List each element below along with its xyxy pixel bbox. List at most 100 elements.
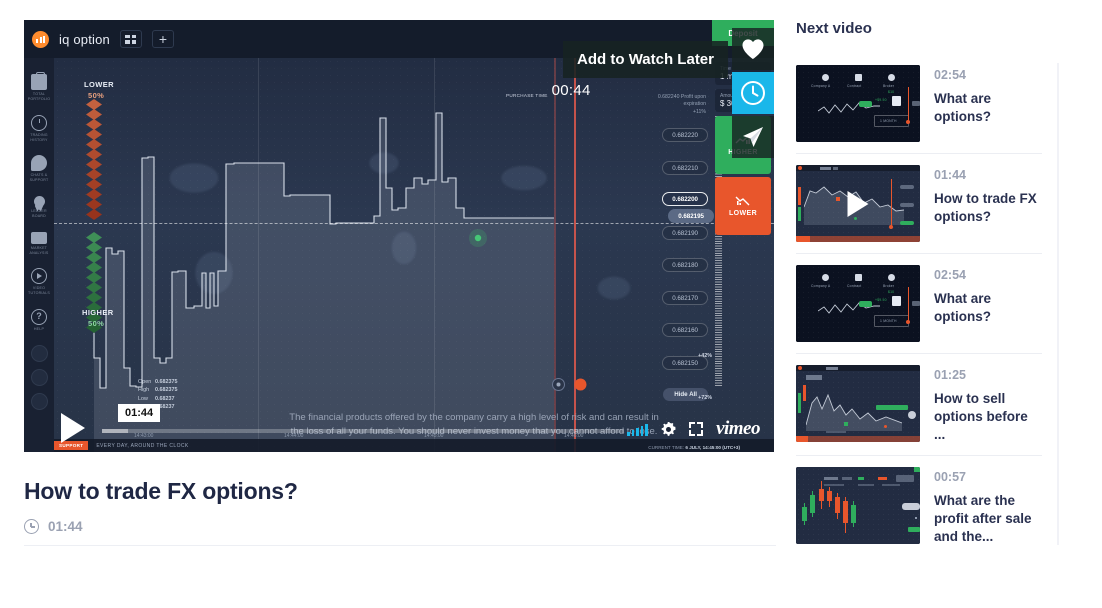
price-chart[interactable]: LOWER 50% HIGHER 50% PURCHASE TIME 00:44… — [54, 58, 774, 452]
vimeo-logo[interactable]: vimeo — [716, 418, 760, 440]
app-brand: iq option — [59, 31, 110, 47]
ohlc-key: High — [138, 387, 150, 394]
list-item[interactable]: 01:44 How to trade FX options? — [796, 154, 1042, 254]
price-label[interactable]: 0.682170 — [662, 291, 708, 305]
current-time-label: CURRENT TIME: — [648, 445, 685, 450]
share-button[interactable] — [732, 116, 774, 158]
ohlc-value: 0.682375 — [155, 387, 178, 394]
like-button[interactable] — [732, 28, 774, 70]
video-duration: 02:54 — [934, 68, 966, 82]
support-text: EVERY DAY, AROUND THE CLOCK — [96, 442, 189, 449]
video-title: How to trade FX options? — [934, 191, 1037, 224]
clock-icon — [741, 81, 765, 105]
lower-ladder-percent: 50% — [88, 91, 105, 100]
fullscreen-icon[interactable] — [689, 422, 704, 436]
list-item[interactable]: Company A Contract Broker $10 +$9.50 1 M… — [796, 254, 1042, 354]
briefcase-icon — [31, 71, 47, 90]
grid-icon — [125, 34, 137, 44]
sidebar-item-chats-support[interactable]: CHATS & SUPPORT — [24, 155, 54, 183]
list-item[interactable]: Company A Contract Broker $10 +$9.50 1 M… — [796, 54, 1042, 154]
price-label-active[interactable]: 0.682200 — [662, 192, 708, 206]
alerts-button[interactable] — [30, 392, 48, 410]
price-label[interactable]: 0.682160 — [662, 323, 708, 337]
expiry-marker-icon[interactable] — [574, 378, 587, 391]
lower-button[interactable]: LOWER — [715, 177, 771, 235]
chat-icon — [31, 155, 47, 172]
video-poster-frame: iq option + TOTAL PORTFOLIO TRADING HIST… — [24, 20, 774, 452]
video-title: What are options? — [934, 91, 992, 124]
sidebar-label: LEADER BOARD — [31, 209, 47, 218]
strike-price-line — [54, 223, 774, 224]
price-label[interactable]: 0.682220 — [662, 128, 708, 142]
overlay-actions — [732, 28, 774, 158]
expiry-line — [574, 58, 576, 452]
video-title: What are options? — [934, 291, 992, 324]
video-title: How to sell options before ... — [934, 391, 1028, 442]
video-thumbnail[interactable] — [796, 365, 920, 442]
section-divider — [24, 545, 776, 546]
support-strip: SUPPORT EVERY DAY, AROUND THE CLOCK CURR… — [54, 439, 774, 452]
current-time: CURRENT TIME: 6 JULY, 14:45:00 (UTC+3) — [648, 445, 740, 450]
page-title: How to trade FX options? — [24, 478, 298, 504]
column-divider — [1057, 63, 1059, 545]
ohlc-key: Open — [138, 379, 152, 385]
list-item[interactable]: 01:25 How to sell options before ... — [796, 354, 1042, 456]
watch-later-button[interactable] — [732, 72, 774, 114]
indicators-button[interactable] — [30, 368, 48, 386]
video-thumbnail[interactable]: Company A Contract Broker $10 +$9.50 1 M… — [796, 265, 920, 342]
clock-icon — [24, 519, 39, 534]
purchase-time-value: 00:44 — [551, 82, 591, 99]
video-thumbnail[interactable] — [796, 466, 920, 544]
quality-icon[interactable] — [627, 423, 649, 436]
sidebar-label: TRADING HISTORY — [30, 132, 48, 142]
video-info: 02:54 What are options? — [934, 65, 1042, 142]
add-asset-button[interactable]: + — [151, 30, 174, 48]
progress-bar[interactable] — [102, 429, 624, 433]
gridline — [434, 58, 435, 452]
sidebar-item-total-portfolio[interactable]: TOTAL PORTFOLIO — [24, 71, 54, 102]
profit-note-percent: +11% — [692, 108, 706, 115]
play-circle-icon — [31, 268, 47, 285]
sidebar-item-trading-history[interactable]: TRADING HISTORY — [24, 114, 54, 143]
sidebar-item-help[interactable]: ? HELP — [24, 309, 54, 332]
list-item[interactable]: 00:57 What are the profit after sale and… — [796, 456, 1042, 557]
video-duration: 01:25 — [934, 368, 966, 382]
price-label[interactable]: 0.682190 — [662, 226, 708, 240]
scrub-time-bubble: 01:44 — [118, 404, 161, 422]
price-label[interactable]: 0.682180 — [662, 258, 708, 272]
sidebar-label: MARKET ANALYSIS — [29, 245, 49, 255]
play-button[interactable] — [48, 410, 98, 446]
profit-note-line: expiration — [683, 101, 707, 108]
higher-ladder-label: HIGHER — [82, 308, 114, 317]
lower-button-label: LOWER — [728, 210, 758, 217]
profit-note-line: 0.682240 Profit upon — [657, 94, 706, 100]
ohlc-value: 0.682375 — [155, 379, 178, 385]
grid-view-button[interactable] — [119, 30, 142, 48]
video-duration: 00:57 — [934, 469, 966, 484]
price-label[interactable]: 0.682210 — [662, 161, 708, 175]
video-title: What are the profit after sale and the..… — [934, 492, 1032, 544]
watch-later-tooltip: Add to Watch Later — [563, 41, 728, 78]
news-icon — [31, 231, 47, 244]
sidebar-item-leader-board[interactable]: LEADER BOARD — [24, 196, 54, 219]
video-thumbnail[interactable]: Company A Contract Broker $10 +$9.50 1 M… — [796, 65, 920, 142]
sidebar-item-market-analysis[interactable]: MARKET ANALYSIS — [24, 231, 54, 256]
iq-option-logo-icon — [32, 30, 49, 48]
video-duration: 01:44 — [48, 519, 83, 534]
higher-ladder — [82, 232, 106, 333]
sidebar-item-video-tutorials[interactable]: VIDEO TUTORIALS — [24, 268, 54, 296]
app-sidebar: TOTAL PORTFOLIO TRADING HISTORY CHATS & … — [24, 58, 54, 452]
gridline — [258, 58, 259, 452]
video-player[interactable]: iq option + TOTAL PORTFOLIO TRADING HIST… — [24, 20, 774, 452]
sidebar-label: TOTAL PORTFOLIO — [27, 92, 51, 101]
clock-icon — [31, 114, 47, 131]
play-icon — [847, 190, 869, 217]
purchase-timer: PURCHASE TIME 00:44 — [506, 82, 591, 99]
video-thumbnail[interactable] — [796, 165, 920, 242]
purchase-deadline-line — [554, 58, 556, 452]
settings-dot-icon[interactable] — [552, 378, 565, 391]
gear-icon[interactable] — [661, 422, 676, 437]
ohlc-value: 0.68237 — [155, 395, 175, 402]
higher-ladder-percent: 50% — [88, 319, 105, 328]
chart-type-button[interactable] — [30, 344, 48, 362]
